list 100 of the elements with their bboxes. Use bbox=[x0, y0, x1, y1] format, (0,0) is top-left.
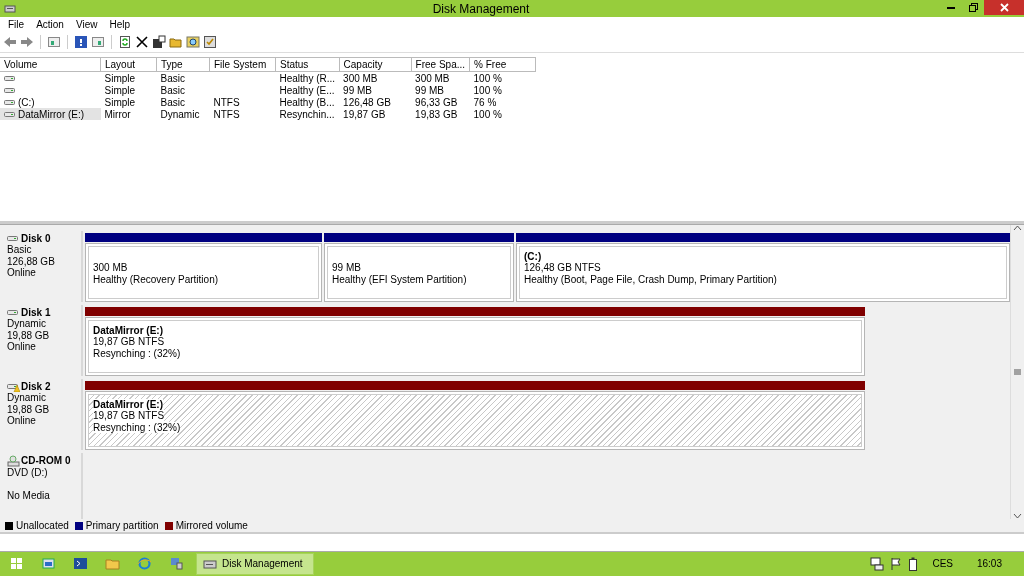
optical-drive-icon bbox=[7, 454, 20, 467]
table-cell-text: 100 % bbox=[472, 108, 503, 121]
column-header[interactable]: Type bbox=[156, 57, 210, 72]
clock[interactable]: 16:03 bbox=[976, 558, 1002, 570]
table-cell: Basic bbox=[156, 71, 210, 85]
table-cell: Healthy (R... bbox=[275, 71, 340, 85]
partition-info: 19,87 GB NTFS bbox=[93, 410, 165, 422]
folder-icon[interactable] bbox=[169, 35, 183, 50]
refresh-icon[interactable] bbox=[118, 35, 132, 50]
table-cell-text: Healthy (B... bbox=[278, 96, 336, 109]
table-cell: 300 MB bbox=[411, 71, 470, 85]
restore-icon bbox=[968, 3, 978, 12]
menu-item[interactable]: View bbox=[69, 19, 104, 31]
column-header[interactable]: Capacity bbox=[339, 57, 412, 72]
close-icon bbox=[999, 3, 1009, 12]
partition-block[interactable]: 300 MB Healthy (Recovery Partition) bbox=[85, 242, 322, 302]
table-cell-text: 126,48 GB bbox=[342, 96, 392, 109]
disk-info: 126,88 GB bbox=[7, 255, 56, 268]
scroll-down-icon[interactable] bbox=[1013, 512, 1022, 519]
scroll-grip-icon[interactable] bbox=[1014, 368, 1021, 375]
partition-info: Healthy (Boot, Page File, Crash Dump, Primary Partition) bbox=[524, 273, 777, 286]
partition-info: 99 MB bbox=[332, 262, 361, 274]
properties-icon[interactable] bbox=[152, 35, 166, 50]
list-item[interactable]: (C:) bbox=[0, 96, 101, 109]
partition-block[interactable]: 99 MB Healthy (EFI System Partition) bbox=[324, 242, 514, 302]
table-cell-text: Basic bbox=[159, 84, 186, 97]
partition-name: DataMirror (E:) bbox=[93, 324, 163, 337]
table-cell: 300 MB bbox=[339, 71, 412, 85]
drive-icon bbox=[4, 109, 15, 119]
table-cell-text: 100 % bbox=[472, 84, 503, 97]
disk-name: CD-ROM 0 bbox=[21, 455, 71, 467]
forward-arrow-icon[interactable] bbox=[20, 35, 34, 50]
column-header[interactable]: Free Spa... bbox=[411, 57, 470, 72]
network-icon[interactable] bbox=[870, 557, 885, 571]
table-cell-text: NTFS bbox=[212, 96, 241, 109]
language-indicator[interactable]: CES bbox=[932, 558, 953, 570]
folder-icon bbox=[104, 556, 120, 572]
partition-name: DataMirror (E:) bbox=[93, 398, 163, 411]
table-cell-text: 76 % bbox=[472, 96, 498, 109]
disk-drive-icon bbox=[4, 2, 16, 15]
disk-drive-icon bbox=[203, 558, 217, 570]
partition-info: 126,48 GB NTFS bbox=[524, 262, 601, 274]
disk-name: Disk 1 bbox=[21, 306, 51, 319]
vertical-scrollbar[interactable] bbox=[1010, 224, 1024, 519]
computer-network-icon bbox=[168, 556, 184, 572]
table-cell: 100 % bbox=[469, 71, 536, 85]
column-header[interactable]: Layout bbox=[100, 57, 157, 72]
legend-label: Primary partition bbox=[85, 520, 159, 532]
legend-label: Mirrored volume bbox=[175, 520, 248, 532]
table-cell-text: 99 MB bbox=[414, 84, 445, 97]
column-header[interactable]: Volume bbox=[0, 57, 101, 72]
disk-info: DVD (D:) bbox=[7, 466, 49, 479]
list-item[interactable]: DataMirror (E:) bbox=[0, 108, 101, 121]
table-cell-text: 19,83 GB bbox=[414, 108, 459, 121]
partition-info: Healthy (Recovery Partition) bbox=[93, 273, 219, 286]
table-cell: Simple bbox=[100, 96, 157, 109]
table-cell-text: 19,87 GB bbox=[342, 108, 387, 121]
disk-info: 19,88 GB bbox=[7, 329, 51, 342]
taskbar-app-button[interactable]: Disk Management bbox=[196, 553, 314, 575]
table-cell-text: Basic bbox=[159, 96, 186, 109]
disk-name: Disk 0 bbox=[21, 232, 51, 245]
table-cell-text: Dynamic bbox=[159, 108, 201, 121]
partition-name: (C:) bbox=[524, 250, 542, 263]
disk-info: Basic bbox=[7, 244, 33, 256]
disk-info: 19,88 GB bbox=[7, 403, 51, 416]
legend-label: Unallocated bbox=[16, 520, 69, 532]
checklist-icon[interactable] bbox=[203, 35, 217, 50]
column-header[interactable]: File System bbox=[209, 57, 276, 72]
server-icon bbox=[40, 556, 56, 572]
disk-name: Disk 2 bbox=[21, 380, 51, 393]
disk-info: Dynamic bbox=[7, 392, 47, 404]
drive-icon bbox=[4, 85, 15, 95]
menu-item[interactable]: Action bbox=[30, 19, 70, 31]
terminal-icon bbox=[72, 556, 88, 572]
partition-block[interactable]: (C:) 126,48 GB NTFS Healthy (Boot, Page File, Crash Dump, Primary Partition) bbox=[516, 242, 1010, 302]
close-button[interactable] bbox=[984, 0, 1024, 15]
partition-block[interactable]: DataMirror (E:) 19,87 GB NTFS Resynching : (32%) bbox=[85, 316, 865, 376]
table-cell-text: Healthy (E... bbox=[278, 84, 336, 97]
scroll-up-icon[interactable] bbox=[1013, 224, 1022, 231]
panel-icon[interactable] bbox=[47, 35, 61, 50]
minimize-icon bbox=[947, 6, 955, 9]
table-cell: Simple bbox=[100, 71, 157, 85]
disk-info: Dynamic bbox=[7, 318, 47, 330]
menu-item[interactable]: Help bbox=[103, 19, 136, 31]
back-arrow-icon[interactable] bbox=[3, 35, 17, 50]
battery-icon[interactable] bbox=[908, 557, 919, 571]
partition-block[interactable]: DataMirror (E:) 19,87 GB NTFS Resynching : (32%) bbox=[85, 390, 865, 450]
drive-icon bbox=[4, 97, 15, 107]
panel-icon[interactable] bbox=[91, 35, 105, 50]
column-header[interactable]: % Free bbox=[469, 57, 536, 72]
disk-info: Online bbox=[7, 267, 37, 279]
menu-item[interactable]: File bbox=[2, 19, 31, 31]
disk-info: Online bbox=[7, 415, 37, 427]
table-cell: Mirror bbox=[100, 108, 157, 121]
flag-icon[interactable] bbox=[890, 557, 903, 571]
window-title: Disk Management bbox=[431, 1, 531, 16]
partition-info: 300 MB bbox=[93, 262, 128, 274]
partition-info: Healthy (EFI System Partition) bbox=[332, 273, 467, 286]
delete-icon[interactable] bbox=[135, 35, 149, 50]
column-header[interactable]: Status bbox=[275, 57, 340, 72]
